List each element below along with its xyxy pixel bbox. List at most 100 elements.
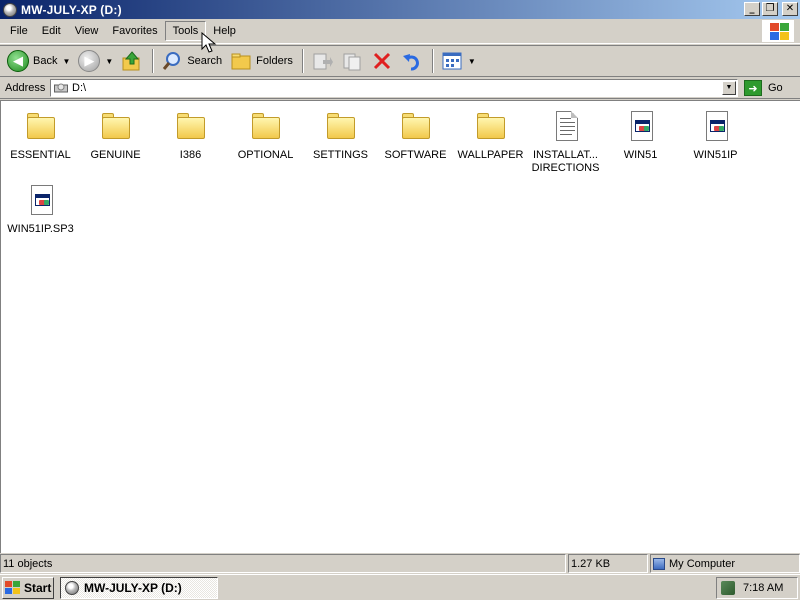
menu-favorites[interactable]: Favorites: [105, 22, 164, 40]
file-item[interactable]: GENUINE: [78, 109, 153, 162]
file-label: SETTINGS: [312, 149, 368, 161]
folders-button[interactable]: Folders: [227, 48, 296, 74]
window-title: MW-JULY-XP (D:): [21, 2, 122, 17]
delete-x-icon: [371, 50, 393, 72]
views-icon: [441, 50, 463, 72]
network-icon[interactable]: [721, 581, 735, 595]
file-label: OPTIONAL: [237, 149, 294, 161]
system-file-icon: [699, 109, 733, 143]
status-objects-text: 11 objects: [3, 557, 53, 570]
address-input[interactable]: D:\ ▼: [50, 79, 738, 97]
search-label: Search: [187, 55, 223, 67]
menu-edit[interactable]: Edit: [35, 22, 68, 40]
cd-drive-icon: [54, 82, 68, 94]
minimize-button[interactable]: _: [744, 2, 760, 16]
file-label: SOFTWARE: [384, 149, 447, 161]
copy-to-icon: [341, 50, 363, 72]
undo-button[interactable]: [398, 48, 426, 74]
back-label: Back: [33, 55, 58, 67]
file-label: I386: [179, 149, 202, 161]
system-file-icon: [24, 183, 58, 217]
undo-icon: [401, 50, 423, 72]
mouse-cursor-icon: [201, 32, 217, 53]
menu-bar: File Edit View Favorites Tools Help: [0, 19, 800, 44]
forward-arrow-icon: ▶: [78, 50, 101, 72]
status-bar: 11 objects 1.27 KB My Computer: [0, 554, 800, 573]
windows-logo-icon: [762, 20, 794, 42]
file-label: INSTALLAT... DIRECTIONS: [531, 149, 600, 174]
close-button[interactable]: ✕: [782, 2, 798, 16]
folder-icon: [474, 109, 508, 143]
start-button[interactable]: Start: [2, 576, 54, 599]
address-dropdown-button[interactable]: ▼: [722, 81, 736, 95]
file-item[interactable]: WIN51: [603, 109, 678, 162]
menu-view[interactable]: View: [68, 22, 106, 40]
file-label: ESSENTIAL: [10, 149, 71, 161]
taskbar-window-label: MW-JULY-XP (D:): [84, 580, 182, 595]
folders-icon: [230, 50, 252, 72]
views-dropdown-icon[interactable]: ▼: [468, 57, 476, 66]
address-value: D:\: [72, 82, 87, 94]
back-button[interactable]: ◀ Back ▼: [4, 48, 73, 74]
file-label: WIN51IP.SP3: [7, 223, 74, 235]
go-arrow-icon: ➜: [744, 80, 762, 96]
taskbar-window-button[interactable]: MW-JULY-XP (D:): [60, 576, 218, 599]
taskbar: Start MW-JULY-XP (D:) 7:18 AM: [0, 574, 800, 600]
address-label: Address: [5, 81, 46, 94]
search-icon: [161, 50, 183, 72]
file-label: GENUINE: [90, 149, 141, 161]
back-dropdown-icon[interactable]: ▼: [62, 57, 70, 66]
folder-icon: [99, 109, 133, 143]
go-label: Go: [768, 82, 783, 94]
system-file-icon: [624, 109, 658, 143]
file-item[interactable]: WIN51IP.SP3: [3, 183, 78, 236]
folder-icon: [399, 109, 433, 143]
status-zone-text: My Computer: [669, 557, 736, 570]
move-to-button[interactable]: [308, 48, 336, 74]
file-item[interactable]: INSTALLAT... DIRECTIONS: [528, 109, 603, 175]
start-label: Start: [24, 580, 52, 595]
my-computer-icon: [653, 557, 665, 570]
toolbar-separator: [431, 49, 434, 73]
file-item[interactable]: OPTIONAL: [228, 109, 303, 162]
file-item[interactable]: I386: [153, 109, 228, 162]
toolbar-separator: [301, 49, 304, 73]
folders-label: Folders: [256, 55, 293, 67]
forward-dropdown-icon[interactable]: ▼: [105, 57, 113, 66]
forward-button[interactable]: ▶ ▼: [75, 48, 116, 74]
status-size: 1.27 KB: [568, 554, 648, 573]
go-button[interactable]: ➜ Go: [744, 79, 783, 97]
folder-icon: [249, 109, 283, 143]
window-controls: _ ❐ ✕: [744, 2, 798, 16]
up-folder-icon: [121, 50, 143, 72]
copy-to-button[interactable]: [338, 48, 366, 74]
toolbar: ◀ Back ▼ ▶ ▼ Search Folders ▼: [0, 45, 800, 77]
restore-button[interactable]: ❐: [762, 2, 778, 16]
title-bar[interactable]: MW-JULY-XP (D:) _ ❐ ✕: [0, 0, 800, 19]
folder-icon: [324, 109, 358, 143]
status-object-count: 11 objects: [0, 554, 566, 573]
folder-icon: [24, 109, 58, 143]
file-item[interactable]: ESSENTIAL: [3, 109, 78, 162]
up-button[interactable]: [118, 48, 146, 74]
menu-file[interactable]: File: [3, 22, 35, 40]
clock[interactable]: 7:18 AM: [743, 582, 783, 594]
system-tray: 7:18 AM: [716, 577, 798, 599]
address-bar: Address D:\ ▼ ➜ Go: [0, 77, 800, 99]
windows-logo-icon: [5, 580, 21, 595]
file-label: WIN51IP: [693, 149, 738, 161]
delete-button[interactable]: [368, 48, 396, 74]
toolbar-separator: [152, 49, 155, 73]
folder-icon: [174, 109, 208, 143]
file-item[interactable]: WALLPAPER: [453, 109, 528, 162]
status-size-text: 1.27 KB: [571, 557, 611, 570]
move-to-icon: [311, 50, 333, 72]
file-item[interactable]: WIN51IP: [678, 109, 753, 162]
cd-drive-icon: [65, 580, 79, 595]
file-item[interactable]: SOFTWARE: [378, 109, 453, 162]
views-button[interactable]: ▼: [438, 48, 479, 74]
file-label: WIN51: [623, 149, 658, 161]
back-arrow-icon: ◀: [7, 50, 29, 72]
file-view[interactable]: ESSENTIAL GENUINE I386 OPTIONAL SETTINGS…: [0, 100, 800, 553]
file-item[interactable]: SETTINGS: [303, 109, 378, 162]
